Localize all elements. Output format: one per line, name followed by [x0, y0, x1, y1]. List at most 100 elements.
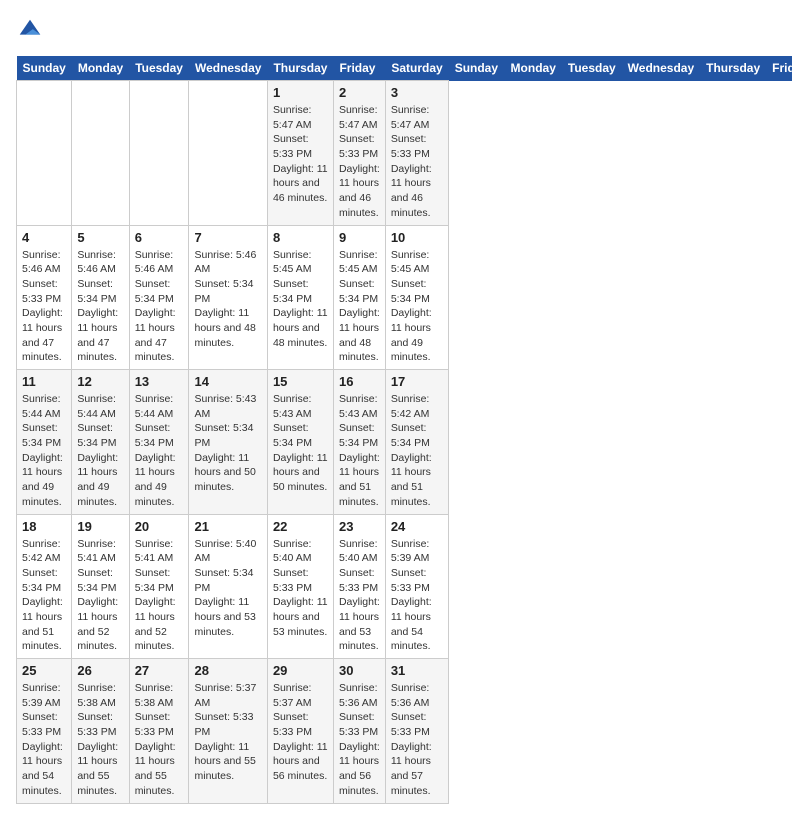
day-number: 15 — [273, 374, 328, 389]
day-info: Sunrise: 5:43 AMSunset: 5:34 PMDaylight:… — [273, 392, 328, 495]
day-number: 16 — [339, 374, 380, 389]
calendar-cell: 31 Sunrise: 5:36 AMSunset: 5:33 PMDayligh… — [385, 659, 448, 804]
week-row-1: 1 Sunrise: 5:47 AMSunset: 5:33 PMDaylight… — [17, 81, 792, 226]
calendar-cell: 5 Sunrise: 5:46 AMSunset: 5:34 PMDaylight… — [72, 225, 129, 370]
day-number: 21 — [194, 519, 261, 534]
day-info: Sunrise: 5:42 AMSunset: 5:34 PMDaylight:… — [22, 537, 66, 655]
calendar-cell: 18 Sunrise: 5:42 AMSunset: 5:34 PMDayligh… — [17, 514, 72, 659]
calendar-cell: 12 Sunrise: 5:44 AMSunset: 5:34 PMDayligh… — [72, 370, 129, 515]
day-number: 1 — [273, 85, 328, 100]
day-number: 31 — [391, 663, 443, 678]
page-header — [16, 16, 776, 44]
day-number: 7 — [194, 230, 261, 245]
col-header-friday: Friday — [766, 56, 792, 81]
day-info: Sunrise: 5:41 AMSunset: 5:34 PMDaylight:… — [77, 537, 123, 655]
calendar-cell: 19 Sunrise: 5:41 AMSunset: 5:34 PMDayligh… — [72, 514, 129, 659]
day-header-wednesday: Wednesday — [189, 56, 267, 81]
day-info: Sunrise: 5:46 AMSunset: 5:34 PMDaylight:… — [194, 248, 261, 351]
day-number: 26 — [77, 663, 123, 678]
day-number: 4 — [22, 230, 66, 245]
day-number: 20 — [135, 519, 184, 534]
calendar-cell — [17, 81, 72, 226]
calendar-cell: 16 Sunrise: 5:43 AMSunset: 5:34 PMDayligh… — [333, 370, 385, 515]
week-row-5: 25Sunrise: 5:39 AMSunset: 5:33 PMDayligh… — [17, 659, 792, 804]
day-info: Sunrise: 5:46 AMSunset: 5:33 PMDaylight:… — [22, 248, 66, 366]
calendar-cell: 30 Sunrise: 5:36 AMSunset: 5:33 PMDayligh… — [333, 659, 385, 804]
day-number: 19 — [77, 519, 123, 534]
day-number: 17 — [391, 374, 443, 389]
col-header-sunday: Sunday — [449, 56, 505, 81]
calendar-cell: 24 Sunrise: 5:39 AMSunset: 5:33 PMDayligh… — [385, 514, 448, 659]
day-info: Sunrise: 5:38 AMSunset: 5:33 PMDaylight:… — [77, 681, 123, 799]
day-number: 9 — [339, 230, 380, 245]
day-info: Sunrise: 5:46 AMSunset: 5:34 PMDaylight:… — [135, 248, 184, 366]
day-info: Sunrise: 5:47 AMSunset: 5:33 PMDaylight:… — [273, 103, 328, 206]
day-info: Sunrise: 5:46 AMSunset: 5:34 PMDaylight:… — [77, 248, 123, 366]
day-number: 30 — [339, 663, 380, 678]
day-number: 27 — [135, 663, 184, 678]
calendar-cell: 20 Sunrise: 5:41 AMSunset: 5:34 PMDayligh… — [129, 514, 189, 659]
calendar-cell: 7 Sunrise: 5:46 AMSunset: 5:34 PMDaylight… — [189, 225, 267, 370]
day-number: 11 — [22, 374, 66, 389]
day-info: Sunrise: 5:39 AMSunset: 5:33 PMDaylight:… — [391, 537, 443, 655]
day-info: Sunrise: 5:40 AMSunset: 5:33 PMDaylight:… — [273, 537, 328, 640]
calendar-cell — [129, 81, 189, 226]
day-info: Sunrise: 5:36 AMSunset: 5:33 PMDaylight:… — [391, 681, 443, 799]
day-number: 2 — [339, 85, 380, 100]
day-number: 6 — [135, 230, 184, 245]
day-info: Sunrise: 5:47 AMSunset: 5:33 PMDaylight:… — [391, 103, 443, 221]
col-header-thursday: Thursday — [700, 56, 766, 81]
calendar-cell: 27Sunrise: 5:38 AMSunset: 5:33 PMDayligh… — [129, 659, 189, 804]
day-number: 18 — [22, 519, 66, 534]
calendar-cell: 14 Sunrise: 5:43 AMSunset: 5:34 PMDayligh… — [189, 370, 267, 515]
logo — [16, 16, 48, 44]
calendar-cell: 22Sunrise: 5:40 AMSunset: 5:33 PMDayligh… — [267, 514, 333, 659]
day-header-saturday: Saturday — [385, 56, 448, 81]
day-info: Sunrise: 5:43 AMSunset: 5:34 PMDaylight:… — [339, 392, 380, 510]
calendar-cell: 29Sunrise: 5:37 AMSunset: 5:33 PMDayligh… — [267, 659, 333, 804]
calendar-cell: 21 Sunrise: 5:40 AMSunset: 5:34 PMDayligh… — [189, 514, 267, 659]
col-header-tuesday: Tuesday — [562, 56, 622, 81]
day-number: 28 — [194, 663, 261, 678]
calendar-cell — [72, 81, 129, 226]
day-number: 5 — [77, 230, 123, 245]
day-number: 24 — [391, 519, 443, 534]
calendar-cell: 2Sunrise: 5:47 AMSunset: 5:33 PMDaylight… — [333, 81, 385, 226]
day-header-sunday: Sunday — [17, 56, 72, 81]
week-row-2: 4 Sunrise: 5:46 AMSunset: 5:33 PMDaylight… — [17, 225, 792, 370]
calendar-cell: 3 Sunrise: 5:47 AMSunset: 5:33 PMDaylight… — [385, 81, 448, 226]
calendar-cell: 28 Sunrise: 5:37 AMSunset: 5:33 PMDayligh… — [189, 659, 267, 804]
calendar-cell: 11Sunrise: 5:44 AMSunset: 5:34 PMDayligh… — [17, 370, 72, 515]
calendar-cell: 10Sunrise: 5:45 AMSunset: 5:34 PMDayligh… — [385, 225, 448, 370]
calendar-cell: 25Sunrise: 5:39 AMSunset: 5:33 PMDayligh… — [17, 659, 72, 804]
calendar-cell: 1 Sunrise: 5:47 AMSunset: 5:33 PMDaylight… — [267, 81, 333, 226]
day-info: Sunrise: 5:42 AMSunset: 5:34 PMDaylight:… — [391, 392, 443, 510]
calendar-cell — [189, 81, 267, 226]
calendar-cell: 9 Sunrise: 5:45 AMSunset: 5:34 PMDaylight… — [333, 225, 385, 370]
day-header-friday: Friday — [333, 56, 385, 81]
calendar-cell: 15 Sunrise: 5:43 AMSunset: 5:34 PMDayligh… — [267, 370, 333, 515]
day-header-thursday: Thursday — [267, 56, 333, 81]
day-info: Sunrise: 5:41 AMSunset: 5:34 PMDaylight:… — [135, 537, 184, 655]
day-info: Sunrise: 5:45 AMSunset: 5:34 PMDaylight:… — [339, 248, 380, 366]
day-number: 23 — [339, 519, 380, 534]
col-header-wednesday: Wednesday — [622, 56, 700, 81]
day-info: Sunrise: 5:40 AMSunset: 5:33 PMDaylight:… — [339, 537, 380, 655]
day-info: Sunrise: 5:43 AMSunset: 5:34 PMDaylight:… — [194, 392, 261, 495]
day-number: 12 — [77, 374, 123, 389]
calendar-cell: 4 Sunrise: 5:46 AMSunset: 5:33 PMDaylight… — [17, 225, 72, 370]
col-header-monday: Monday — [505, 56, 562, 81]
day-number: 13 — [135, 374, 184, 389]
day-number: 14 — [194, 374, 261, 389]
day-info: Sunrise: 5:45 AMSunset: 5:34 PMDaylight:… — [273, 248, 328, 351]
day-header-monday: Monday — [72, 56, 129, 81]
day-number: 3 — [391, 85, 443, 100]
day-info: Sunrise: 5:45 AMSunset: 5:34 PMDaylight:… — [391, 248, 443, 366]
calendar-cell: 6 Sunrise: 5:46 AMSunset: 5:34 PMDaylight… — [129, 225, 189, 370]
day-info: Sunrise: 5:40 AMSunset: 5:34 PMDaylight:… — [194, 537, 261, 640]
day-info: Sunrise: 5:36 AMSunset: 5:33 PMDaylight:… — [339, 681, 380, 799]
header-row: SundayMondayTuesdayWednesdayThursdayFrid… — [17, 56, 792, 81]
day-info: Sunrise: 5:37 AMSunset: 5:33 PMDaylight:… — [194, 681, 261, 784]
week-row-4: 18 Sunrise: 5:42 AMSunset: 5:34 PMDayligh… — [17, 514, 792, 659]
day-info: Sunrise: 5:44 AMSunset: 5:34 PMDaylight:… — [77, 392, 123, 510]
